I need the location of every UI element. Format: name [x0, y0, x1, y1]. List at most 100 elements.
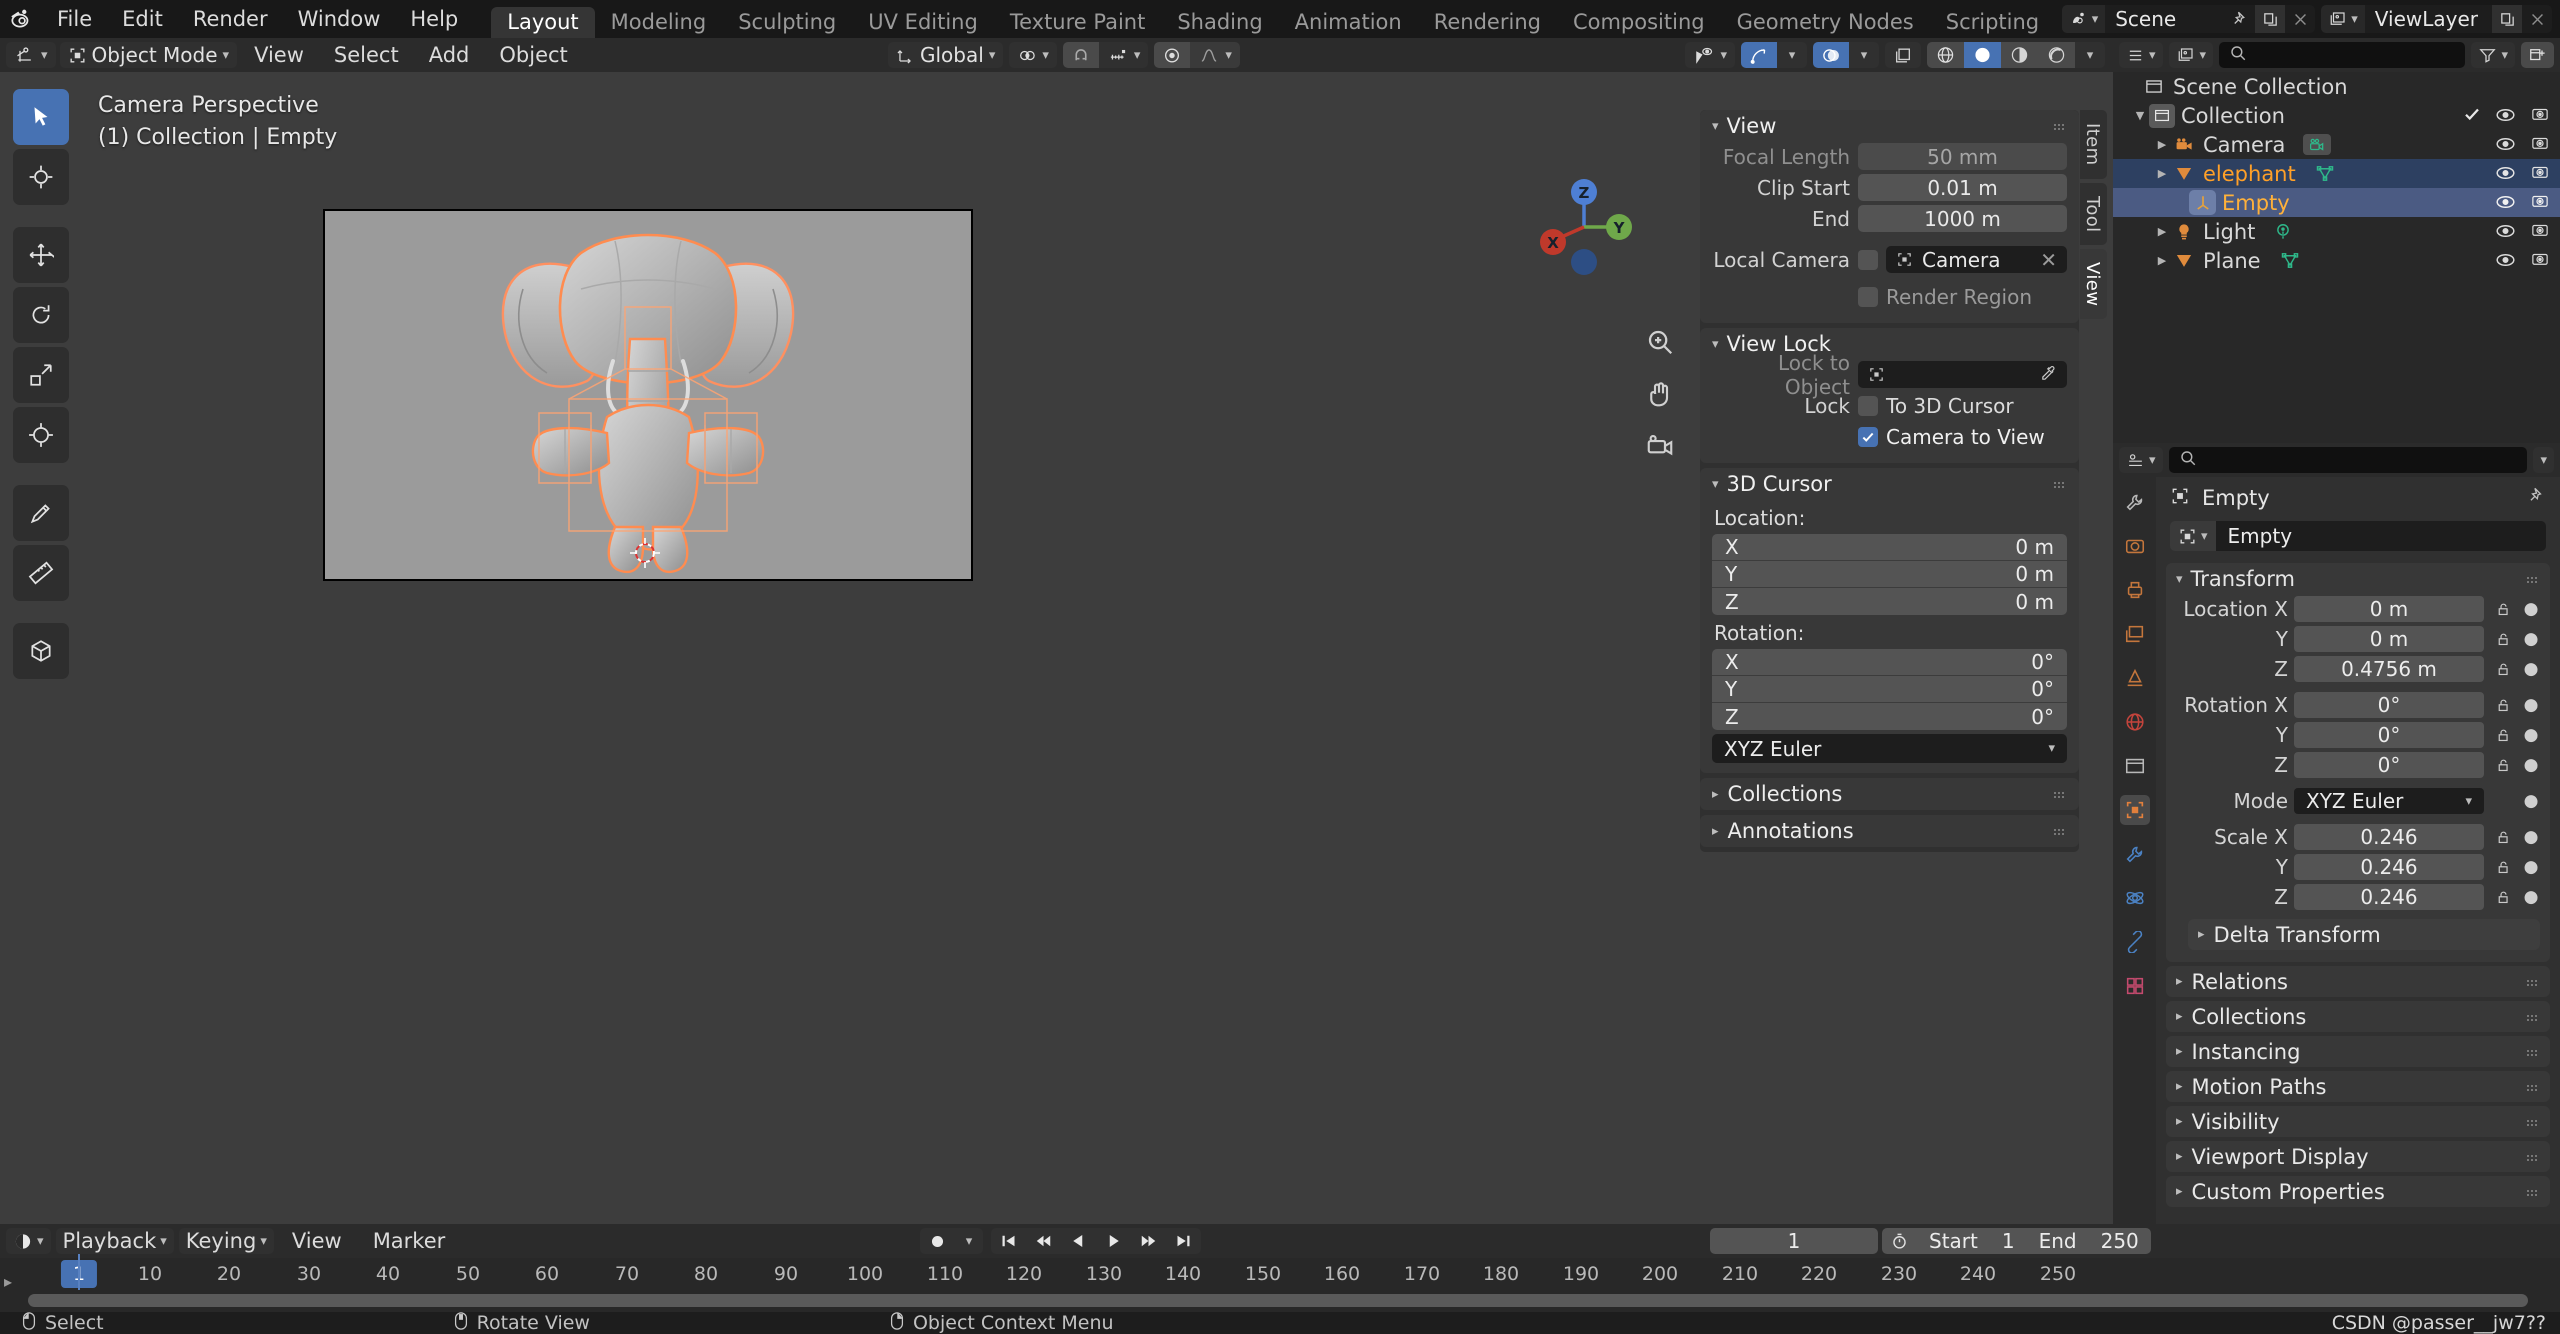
object-name-value[interactable]: Empty	[2216, 521, 2546, 551]
sidebar-tab-view[interactable]: View	[2080, 249, 2107, 319]
field-value[interactable]: 0 m	[2294, 596, 2484, 622]
eye-icon[interactable]	[2495, 249, 2516, 273]
jump-prev-keyframe-icon[interactable]	[1026, 1228, 1061, 1254]
animate-dot-icon[interactable]: ●	[2522, 629, 2540, 649]
gizmo-icon[interactable]	[1741, 42, 1777, 68]
properties-tab-object[interactable]	[2120, 795, 2150, 825]
unlink-icon[interactable]	[2285, 5, 2315, 33]
menu-render[interactable]: Render	[178, 0, 283, 38]
grip-icon[interactable]	[2526, 1145, 2540, 1169]
playback-menu[interactable]: Playback ▾	[56, 1228, 174, 1254]
properties-tab-output[interactable]	[2120, 575, 2150, 605]
eyedropper-icon[interactable]	[2040, 363, 2057, 387]
panel-relations-closed[interactable]: ▸ Relations	[2166, 966, 2550, 997]
outliner-row-camera[interactable]: ▶ Camera	[2113, 130, 2560, 159]
use-preview-range-icon[interactable]	[1882, 1232, 1917, 1251]
camera-to-view-checkbox[interactable]	[1858, 427, 1878, 447]
shading-material-preview-icon[interactable]	[2001, 42, 2038, 68]
lock-icon[interactable]	[2490, 661, 2516, 678]
outliner-row-empty[interactable]: Empty	[2113, 188, 2560, 217]
panel-motion-paths-closed[interactable]: ▸ Motion Paths	[2166, 1071, 2550, 1102]
lock-icon[interactable]	[2490, 727, 2516, 744]
outliner-editor-type-button[interactable]: ▾	[2119, 42, 2163, 68]
auto-keying-record-icon[interactable]	[920, 1228, 955, 1254]
new-viewlayer-icon[interactable]	[2492, 5, 2522, 33]
snapping-controls[interactable]: ▾	[1063, 42, 1149, 68]
field-value[interactable]: 0 m	[2294, 626, 2484, 652]
shading-rendered-icon[interactable]	[2038, 42, 2075, 68]
sidebar-tab-item[interactable]: Item	[2080, 110, 2107, 179]
viewlayer-name[interactable]: ViewLayer	[2365, 5, 2492, 33]
current-frame-field[interactable]: 1	[1710, 1228, 1878, 1254]
lock-icon[interactable]	[2490, 757, 2516, 774]
animate-dot-icon[interactable]: ●	[2522, 827, 2540, 847]
auto-keying-dropdown[interactable]: ▾	[955, 1228, 983, 1254]
properties-tab-world[interactable]	[2120, 707, 2150, 737]
new-scene-icon[interactable]	[2255, 5, 2285, 33]
play-icon[interactable]	[1096, 1228, 1131, 1254]
lock-to-object-field[interactable]	[1858, 361, 2067, 388]
panel-collections-closed[interactable]: ▸ Collections	[2166, 1001, 2550, 1032]
eye-icon[interactable]	[2495, 162, 2516, 186]
camera-view-icon[interactable]	[1638, 424, 1682, 468]
rotate-tool[interactable]	[13, 287, 69, 343]
lock-icon[interactable]	[2490, 601, 2516, 618]
menu-file[interactable]: File	[42, 0, 107, 38]
rotation-mode-dropdown[interactable]: XYZ Euler ▾	[2294, 788, 2484, 814]
local-camera-field[interactable]: Camera ✕	[1886, 246, 2067, 273]
outliner-row-plane[interactable]: ▶ Plane	[2113, 246, 2560, 275]
keying-menu[interactable]: Keying ▾	[179, 1228, 274, 1254]
gizmo-controls[interactable]: ▾	[1741, 42, 1807, 68]
jump-to-start-icon[interactable]	[991, 1228, 1026, 1254]
snap-increment-icon[interactable]: ▾	[1099, 42, 1149, 68]
animate-dot-icon[interactable]: ●	[2522, 791, 2540, 811]
menu-help[interactable]: Help	[395, 0, 473, 38]
field-value[interactable]: 0°	[2294, 722, 2484, 748]
grip-icon[interactable]	[2053, 782, 2067, 806]
blender-logo-icon[interactable]	[0, 0, 42, 38]
scale-tool[interactable]	[13, 347, 69, 403]
grip-icon[interactable]	[2053, 819, 2067, 843]
viewport-menu-object[interactable]: Object	[486, 42, 580, 68]
timeline-ruler[interactable]: 1 10 20 30 40 50 60 70 80 90 100 110 120…	[0, 1258, 2560, 1290]
properties-search-field[interactable]	[2205, 449, 2518, 471]
play-reverse-icon[interactable]	[1061, 1228, 1096, 1254]
cursor-rotation-y[interactable]: Y 0°	[1712, 676, 2067, 703]
expand-triangle-right-icon[interactable]: ▶	[2153, 167, 2171, 180]
eye-icon[interactable]	[2495, 220, 2516, 244]
field-value[interactable]: 0°	[2294, 752, 2484, 778]
frame-range-group[interactable]: Start 1 End 250	[1882, 1228, 2151, 1254]
shading-dropdown[interactable]: ▾	[2075, 42, 2105, 68]
start-frame-value[interactable]: 1	[1990, 1229, 2027, 1253]
outliner-search-field[interactable]	[2255, 44, 2455, 66]
camera-render-icon[interactable]	[2530, 249, 2550, 273]
workspace-tab-uv-editing[interactable]: UV Editing	[852, 7, 994, 38]
camera-render-icon[interactable]	[2530, 220, 2550, 244]
measure-tool[interactable]	[13, 545, 69, 601]
shading-solid-icon[interactable]	[1964, 42, 2001, 68]
workspace-tab-geometry-nodes[interactable]: Geometry Nodes	[1721, 7, 1930, 38]
workspace-tab-sculpting[interactable]: Sculpting	[722, 7, 852, 38]
grip-icon[interactable]	[2053, 114, 2067, 138]
grip-icon[interactable]	[2526, 567, 2540, 591]
properties-tab-constraints[interactable]	[2120, 927, 2150, 957]
expand-triangle-right-icon[interactable]: ▶	[2153, 225, 2171, 238]
viewlayer-selector[interactable]: ▾ ViewLayer	[2321, 5, 2552, 33]
expand-triangle-right-icon[interactable]: ▶	[2153, 254, 2171, 267]
transform-tool[interactable]	[13, 407, 69, 463]
scene-selector[interactable]: ▾ Scene	[2062, 5, 2316, 33]
jump-next-keyframe-icon[interactable]	[1131, 1228, 1166, 1254]
outliner-row-elephant[interactable]: ▶ elephant	[2113, 159, 2560, 188]
lock-to-3d-cursor-checkbox[interactable]	[1858, 396, 1878, 416]
timeline-scrollbar[interactable]	[28, 1294, 2528, 1307]
mesh-data-icon[interactable]	[2314, 164, 2336, 183]
grip-icon[interactable]	[2526, 1075, 2540, 1099]
camera-render-icon[interactable]	[2530, 162, 2550, 186]
focal-length-field[interactable]: 50 mm	[1858, 143, 2067, 170]
timeline-editor-type-button[interactable]: ▾	[6, 1228, 51, 1254]
clip-end-field[interactable]: 1000 m	[1858, 205, 2067, 232]
outliner-row-light[interactable]: ▶ Light	[2113, 217, 2560, 246]
navigation-gizmo[interactable]: Z Y X	[1529, 172, 1639, 282]
playhead-line[interactable]	[78, 1254, 80, 1290]
eye-icon[interactable]	[2495, 191, 2516, 215]
